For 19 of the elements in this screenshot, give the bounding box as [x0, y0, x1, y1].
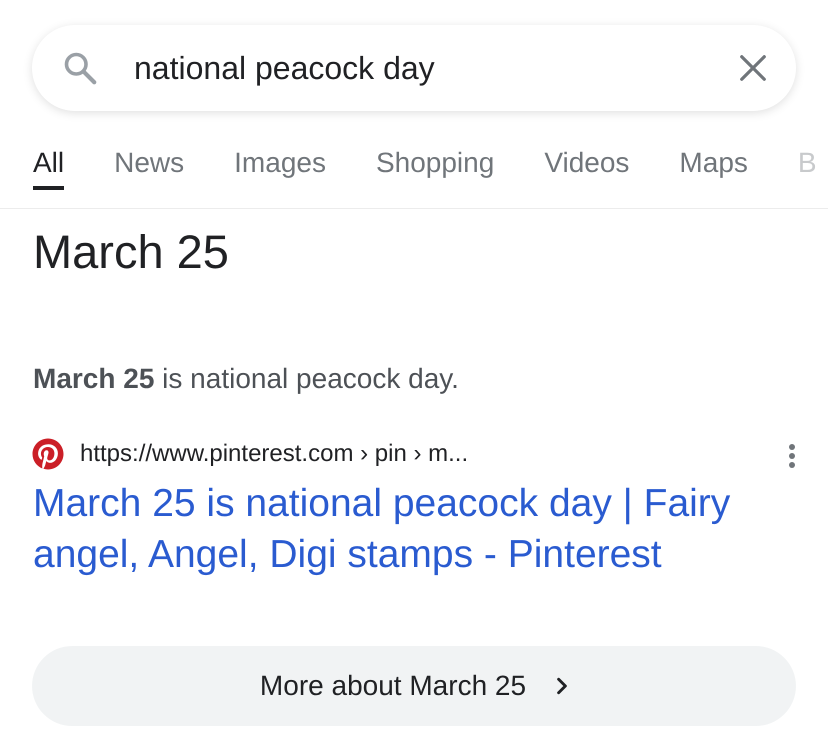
tab[interactable]: Videos — [544, 147, 630, 190]
answer-snippet: March 25 is national peacock day. — [33, 362, 459, 396]
more-about-button[interactable]: More about March 25 — [32, 646, 796, 726]
answer-heading: March 25 — [33, 225, 229, 279]
tab[interactable]: Maps — [679, 147, 748, 190]
clear-button[interactable] — [738, 53, 768, 83]
close-icon — [738, 53, 768, 83]
more-options-icon — [788, 443, 796, 469]
search-icon — [62, 50, 98, 86]
more-options-button[interactable] — [786, 442, 798, 470]
chevron-right-icon — [556, 677, 568, 695]
tab[interactable]: All — [33, 147, 64, 190]
tab[interactable]: News — [114, 147, 184, 190]
result-title-link[interactable]: March 25 is national peacock day | Fairy angel, Angel, Digi stamps - Pinterest — [33, 478, 796, 580]
tab[interactable]: Images — [234, 147, 326, 190]
tab[interactable]: Shopping — [376, 147, 494, 190]
pinterest-logo-icon — [32, 438, 64, 470]
search-input[interactable]: national peacock day — [134, 46, 718, 90]
result-url: https://www.pinterest.com › pin › m... — [80, 439, 468, 469]
